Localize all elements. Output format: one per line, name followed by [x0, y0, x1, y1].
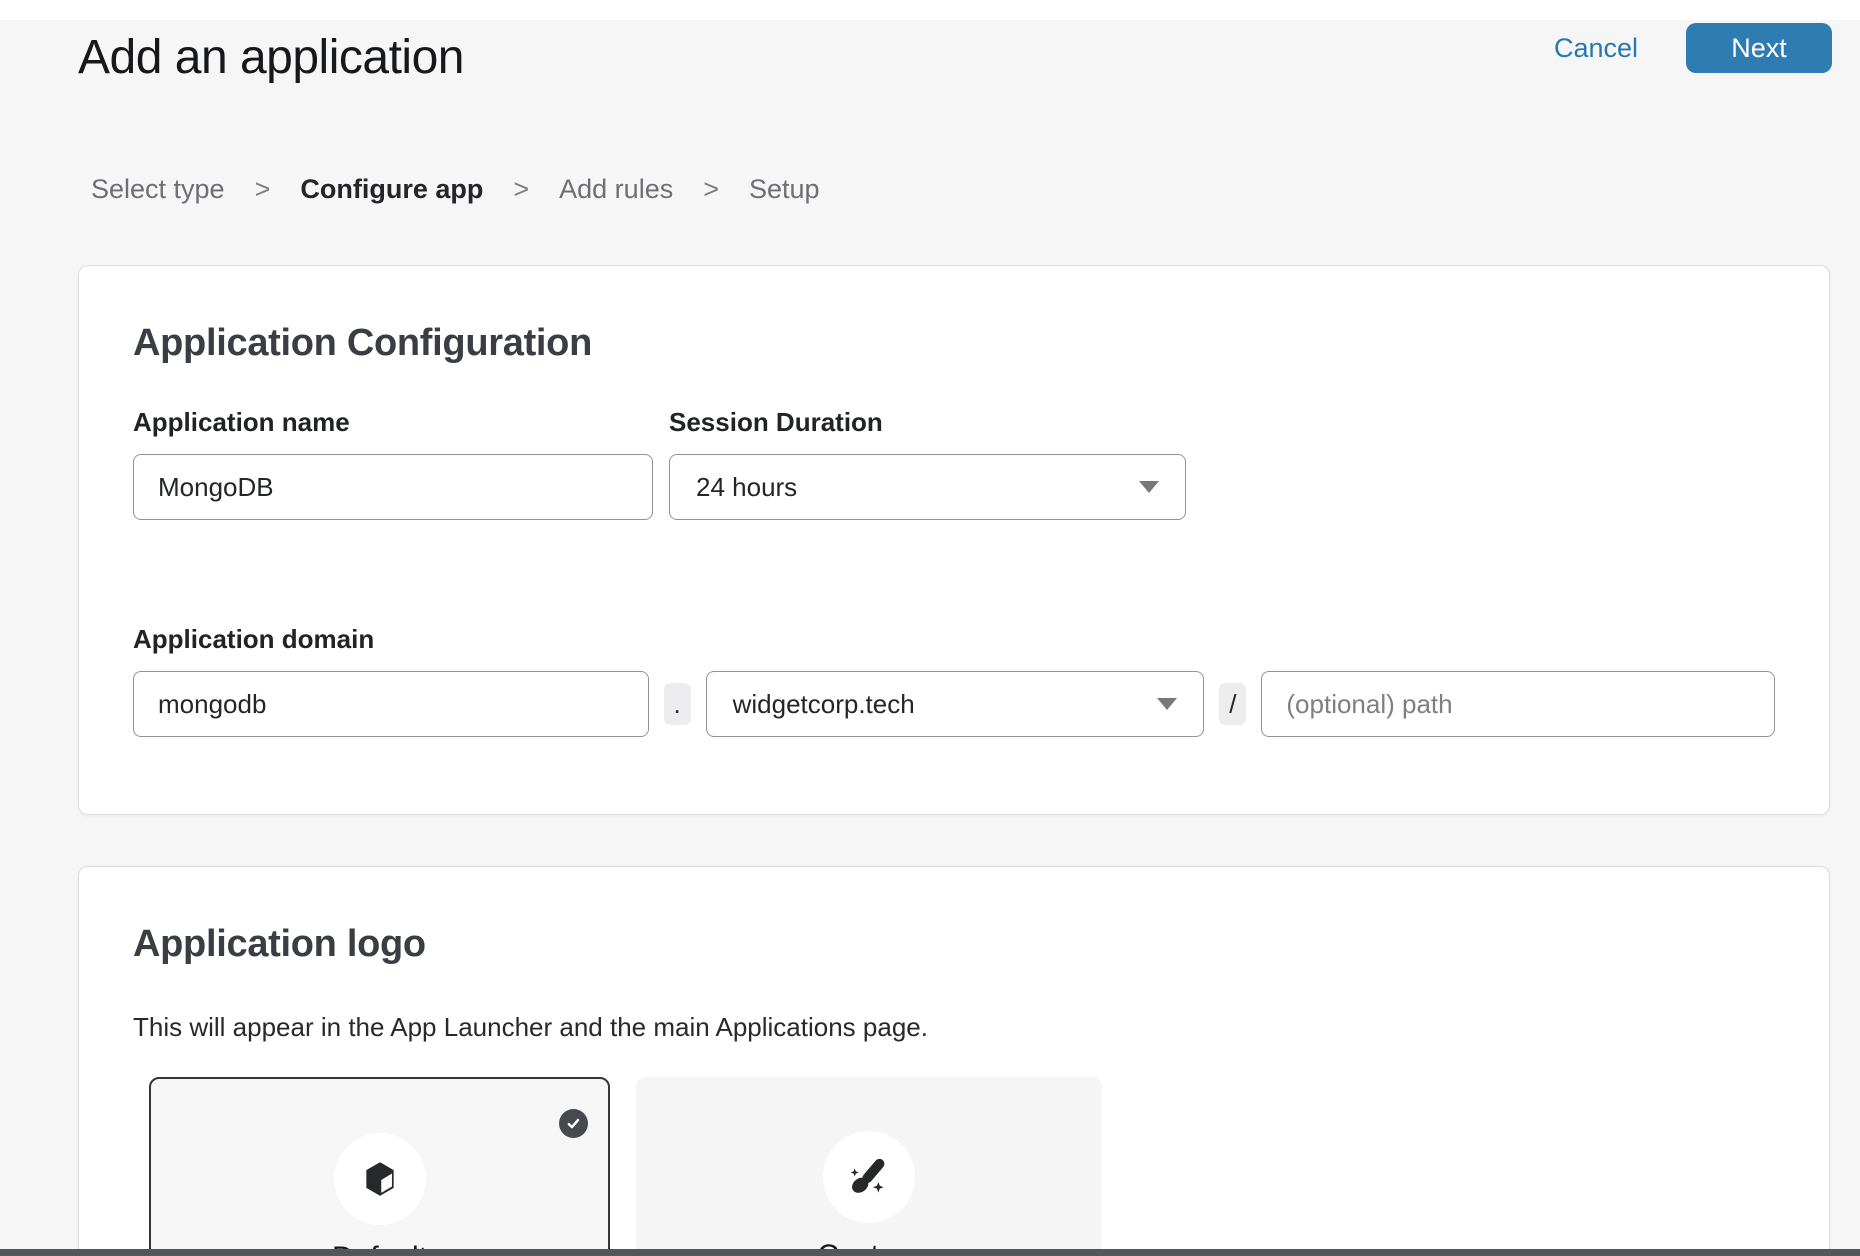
slash-separator: / [1219, 683, 1246, 725]
application-domain-row: . widgetcorp.tech / [133, 671, 1775, 737]
bottom-edge-bar [0, 1249, 1860, 1256]
next-button[interactable]: Next [1686, 23, 1832, 73]
domain-select[interactable]: widgetcorp.tech [706, 671, 1205, 737]
subdomain-input[interactable] [133, 671, 649, 737]
application-configuration-card: Application Configuration Application na… [78, 265, 1830, 815]
dot-separator: . [664, 683, 691, 725]
cancel-button[interactable]: Cancel [1554, 33, 1638, 64]
chevron-down-icon [1139, 481, 1159, 493]
breadcrumb-step-setup[interactable]: Setup [749, 174, 820, 205]
logo-option-custom[interactable]: Custom [636, 1077, 1102, 1256]
application-name-input[interactable] [133, 454, 653, 520]
selected-check-icon [559, 1109, 588, 1138]
chevron-right-separator: > [703, 174, 719, 205]
logo-option-default[interactable]: Default [149, 1077, 610, 1256]
application-logo-heading: Application logo [133, 923, 1775, 966]
application-name-label: Application name [133, 407, 669, 438]
application-configuration-heading: Application Configuration [133, 322, 1775, 365]
chevron-right-separator: > [255, 174, 271, 205]
session-duration-field: Session Duration 24 hours [669, 407, 1186, 520]
breadcrumb-step-select-type[interactable]: Select type [91, 174, 225, 205]
breadcrumb: Select type > Configure app > Add rules … [91, 174, 1860, 205]
session-duration-value: 24 hours [696, 472, 797, 503]
logo-options: Default Custom [149, 1077, 1775, 1256]
name-session-row: Application name Session Duration 24 hou… [133, 407, 1775, 520]
page-title: Add an application [78, 28, 464, 88]
application-domain-label: Application domain [133, 624, 1775, 655]
page-header: Add an application Cancel Next [0, 20, 1860, 88]
path-input[interactable] [1261, 671, 1775, 737]
application-logo-card: Application logo This will appear in the… [78, 866, 1830, 1256]
chevron-down-icon [1157, 698, 1177, 710]
chevron-right-separator: > [513, 174, 529, 205]
breadcrumb-step-add-rules[interactable]: Add rules [559, 174, 673, 205]
top-strip [0, 0, 1860, 20]
add-application-page: Add an application Cancel Next Select ty… [0, 0, 1860, 1256]
paintbrush-icon [823, 1131, 915, 1223]
session-duration-label: Session Duration [669, 407, 1186, 438]
cube-icon [334, 1133, 426, 1225]
application-logo-description: This will appear in the App Launcher and… [133, 1012, 1775, 1043]
session-duration-select[interactable]: 24 hours [669, 454, 1186, 520]
domain-select-value: widgetcorp.tech [733, 689, 915, 720]
breadcrumb-step-configure-app[interactable]: Configure app [300, 174, 483, 205]
application-name-field: Application name [133, 407, 669, 520]
header-actions: Cancel Next [1554, 23, 1832, 73]
